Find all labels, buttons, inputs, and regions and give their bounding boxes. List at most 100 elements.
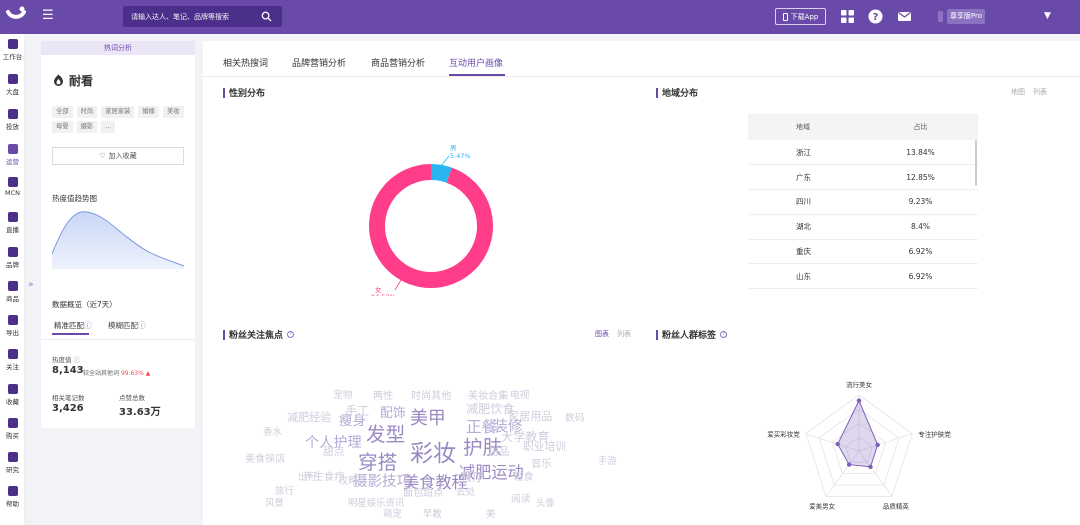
- word-cloud-term[interactable]: 美甲: [410, 404, 446, 430]
- category-tag[interactable]: ...: [101, 121, 116, 133]
- male-slice[interactable]: [430, 164, 452, 183]
- table-header-row: 地域 占比: [748, 114, 978, 140]
- word-cloud-term[interactable]: 香水: [263, 424, 282, 438]
- radar-point[interactable]: [875, 442, 880, 448]
- chart-view-button[interactable]: 图表: [595, 329, 609, 339]
- top-bar: ☰ 下载App ? 尊享版Pro ▼: [0, 0, 1080, 34]
- help-icon[interactable]: ?: [287, 331, 295, 338]
- section-marker: [223, 329, 225, 340]
- word-cloud-term[interactable]: 早教: [423, 506, 442, 520]
- category-tag[interactable]: 时尚: [76, 106, 98, 118]
- chevron-down-icon[interactable]: ▼: [1044, 11, 1051, 21]
- nav-item-7[interactable]: 商品: [0, 281, 25, 303]
- search-box: [123, 6, 282, 27]
- word-cloud-term[interactable]: 面包甜点: [403, 484, 443, 499]
- collapse-panel-icon[interactable]: »: [28, 280, 34, 290]
- apps-icon[interactable]: [840, 9, 855, 24]
- word-cloud-term[interactable]: 美: [486, 506, 495, 520]
- word-cloud-term[interactable]: 餐厅: [461, 469, 484, 485]
- region-pct: 6.92%: [863, 239, 978, 265]
- word-cloud-term[interactable]: 手工: [345, 402, 369, 419]
- pie-icon: [7, 74, 18, 84]
- heat-trend-sparkline: [52, 211, 184, 269]
- help-icon[interactable]: ?: [720, 331, 728, 338]
- heat-compare-note: 较全站其他词 99.63% ▲: [83, 368, 150, 377]
- region-pct: 12.85%: [863, 164, 978, 191]
- radar-point[interactable]: [846, 462, 852, 467]
- word-cloud-term[interactable]: 音乐: [531, 456, 552, 471]
- word-cloud-term[interactable]: 发型: [366, 418, 405, 447]
- word-cloud-term[interactable]: 萌宠: [383, 506, 402, 520]
- radar-point[interactable]: [856, 398, 862, 403]
- search-input[interactable]: [131, 9, 256, 24]
- nav-item-6[interactable]: 品牌: [0, 247, 25, 269]
- category-tag[interactable]: 母婴: [52, 121, 73, 133]
- download-app-button[interactable]: 下载App: [775, 8, 826, 25]
- nav-item-4[interactable]: MCN: [0, 177, 25, 197]
- nav-item-9[interactable]: 关注: [0, 349, 25, 371]
- radar-point[interactable]: [835, 441, 840, 447]
- menu-toggle-icon[interactable]: ☰: [42, 9, 56, 23]
- tab-fuzzy-match[interactable]: 模糊匹配ⓘ: [108, 320, 146, 331]
- word-cloud-term[interactable]: 配饰: [380, 402, 406, 421]
- list-view-button[interactable]: 列表: [1033, 87, 1047, 97]
- word-cloud-term[interactable]: 电视: [510, 387, 529, 401]
- table-row: 重庆 6.92%: [748, 239, 978, 265]
- word-cloud-term[interactable]: 两性: [373, 387, 393, 402]
- likes-total-label: 点赞总数: [119, 394, 145, 402]
- help-circle-icon[interactable]: ?: [868, 9, 883, 24]
- nav-item-11[interactable]: 购买: [0, 418, 25, 440]
- female-slice[interactable]: [369, 164, 493, 288]
- radar-point[interactable]: [868, 464, 873, 470]
- nav-item-label: 导出: [6, 329, 19, 337]
- category-tag[interactable]: 家居家装: [101, 106, 135, 118]
- nav-item-8[interactable]: 导出: [0, 315, 25, 337]
- word-cloud-term[interactable]: 美食探店: [245, 450, 285, 465]
- panel-tab-keyword-analysis[interactable]: 热词分析: [41, 41, 195, 55]
- word-cloud-term[interactable]: 攻略: [338, 472, 358, 487]
- word-cloud-term[interactable]: 去处: [456, 484, 475, 498]
- list-view-button[interactable]: 列表: [617, 329, 631, 339]
- word-cloud-term[interactable]: 美妆合集: [468, 387, 508, 402]
- category-tag[interactable]: 摄影: [76, 121, 98, 133]
- add-favorite-button[interactable]: ♡ 加入收藏: [52, 147, 184, 165]
- map-view-button[interactable]: 地图: [1011, 87, 1025, 97]
- nav-item-5[interactable]: 直播: [0, 212, 25, 234]
- word-cloud-term[interactable]: 彩妆: [410, 434, 456, 468]
- word-cloud-term[interactable]: 时尚其他: [411, 387, 451, 402]
- tab-related-searches[interactable]: 相关热搜词: [223, 56, 268, 69]
- word-cloud-term[interactable]: 减肥经验: [287, 409, 331, 425]
- tab-exact-match[interactable]: 精准匹配ⓘ: [54, 320, 92, 331]
- tab-product-marketing[interactable]: 商品营销分析: [371, 56, 425, 69]
- category-tag[interactable]: 全部: [52, 106, 73, 118]
- word-cloud-term[interactable]: 数码: [565, 410, 584, 424]
- tab-brand-marketing[interactable]: 品牌营销分析: [292, 56, 346, 69]
- table-scrollbar[interactable]: [975, 140, 977, 186]
- word-cloud-term[interactable]: 手游: [598, 453, 617, 467]
- app-logo-icon[interactable]: [5, 6, 27, 28]
- category-tag[interactable]: 婚嫁: [138, 106, 159, 118]
- word-cloud-term[interactable]: 宠物: [333, 387, 352, 401]
- word-cloud-term[interactable]: 出行: [298, 469, 317, 483]
- version-badge[interactable]: 尊享版Pro: [947, 9, 985, 24]
- nav-item-12[interactable]: 研究: [0, 452, 25, 474]
- nav-item-0[interactable]: 工作台: [0, 39, 25, 61]
- nav-item-2[interactable]: 投放: [0, 109, 25, 131]
- word-cloud-term[interactable]: 甜点: [323, 444, 345, 459]
- word-cloud-term[interactable]: 头像: [536, 495, 555, 509]
- tab-user-profile[interactable]: 互动用户画像: [449, 56, 503, 69]
- nav-item-10[interactable]: 收藏: [0, 384, 25, 406]
- nav-item-3[interactable]: 运营: [0, 144, 25, 166]
- word-cloud-term[interactable]: 风景: [265, 495, 284, 509]
- word-cloud-term[interactable]: 轻食: [513, 469, 534, 484]
- word-cloud-term[interactable]: 甜品: [488, 444, 510, 459]
- word-cloud-term[interactable]: 职业培训: [523, 439, 566, 454]
- mail-icon[interactable]: [897, 9, 912, 24]
- word-cloud-term[interactable]: 家居用品: [508, 408, 552, 424]
- word-cloud-term[interactable]: 阅读: [511, 491, 530, 505]
- search-icon[interactable]: [261, 11, 272, 22]
- nav-item-label: 关注: [6, 363, 19, 371]
- category-tag[interactable]: 美妆: [162, 106, 184, 118]
- nav-item-1[interactable]: 大盘: [0, 74, 25, 96]
- nav-item-13[interactable]: 帮助: [0, 486, 25, 508]
